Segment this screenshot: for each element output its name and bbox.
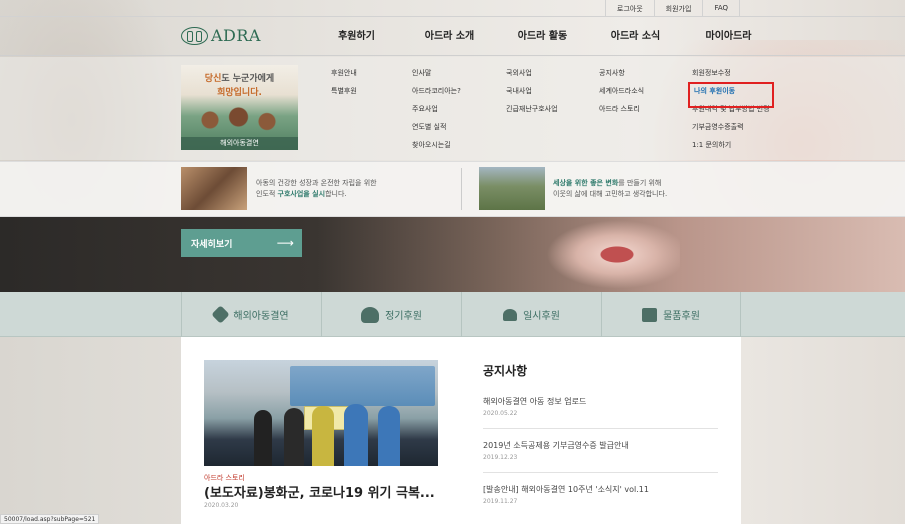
relief-photo (181, 167, 247, 210)
logo-text: ADRA (211, 26, 261, 45)
submenu-item[interactable]: 주요사업 (412, 104, 461, 122)
nav-activities[interactable]: 아드라 활동 (496, 17, 589, 57)
submenu-item[interactable]: 찾아오시는길 (412, 140, 461, 158)
logout-link[interactable]: 로그아웃 (604, 0, 654, 16)
nav-donate[interactable]: 후원하기 (310, 17, 403, 57)
submenu-about: 인사말 아드라코리아는? 주요사업 연도별 실적 찾아오시는길 (412, 68, 461, 158)
strip-text-left: 아동의 건강한 성장과 온전한 자립을 위한 인도적 구호사업을 실시합니다. (256, 179, 377, 198)
sprout-icon (503, 308, 518, 321)
submenu-item[interactable]: 후원안내 (331, 68, 357, 86)
submenu-activities: 국외사업 국내사업 긴급재난구호사업 (506, 68, 558, 122)
tab-regular-donation[interactable]: 정기후원 (321, 292, 461, 337)
news-photo-person (284, 408, 304, 466)
hero-banner (0, 217, 905, 292)
notice-date: 2019.11.27 (483, 498, 518, 505)
submenu-item[interactable]: 특별후원 (331, 86, 357, 104)
main-nav: 후원하기 아드라 소개 아드라 활동 아드라 소식 마이아드라 (310, 17, 775, 57)
submenu-item[interactable]: 인사말 (412, 68, 461, 86)
news-title[interactable]: (보도자료)봉화군, 코로나19 위기 극복... (204, 482, 435, 501)
promo-headline-1: 당신도 누군가에게 (204, 74, 275, 84)
notice-title: [발송안내] 해외아동결연 10주년 '소식지' vol.11 (483, 485, 649, 494)
view-more-button[interactable]: 자세히보기 ⟶ (181, 229, 302, 257)
adra-hands-icon (181, 26, 208, 45)
promo-caption: 해외아동결연 (181, 137, 298, 150)
submenu-item[interactable]: 1:1 문의하기 (692, 140, 770, 158)
submenu-item[interactable]: 국외사업 (506, 68, 558, 86)
notice-date: 2019.12.23 (483, 454, 518, 461)
info-strip (0, 161, 905, 217)
notice-title: 2019년 소득공제용 기부금영수증 발급안내 (483, 441, 629, 450)
notice-date: 2020.05.22 (483, 410, 518, 417)
divider (483, 472, 718, 473)
faq-link[interactable]: FAQ (702, 0, 740, 16)
news-photo-banner (290, 366, 435, 406)
submenu-item[interactable]: 국내사업 (506, 86, 558, 104)
heart-hands-icon (361, 306, 380, 323)
submenu-news: 공지사항 세계아드라소식 아드라 스토리 (599, 68, 644, 122)
notice-item[interactable]: 2019년 소득공제용 기부금영수증 발급안내 2019.12.23 (483, 440, 718, 461)
nav-news[interactable]: 아드라 소식 (589, 17, 682, 57)
news-photo-person (254, 410, 272, 466)
tab-label: 정기후원 (385, 311, 422, 322)
nav-about[interactable]: 아드라 소개 (403, 17, 496, 57)
tab-label: 해외아동결연 (233, 311, 289, 322)
submenu-item[interactable]: 회원정보수정 (692, 68, 770, 86)
signup-link[interactable]: 회원가입 (653, 0, 703, 16)
header: ADRA 후원하기 아드라 소개 아드라 활동 아드라 소식 마이아드라 (0, 17, 905, 56)
handshake-icon (211, 305, 231, 324)
gift-icon (642, 307, 658, 322)
tab-child-sponsorship[interactable]: 해외아동결연 (181, 292, 321, 337)
submenu-item[interactable]: 아드라코리아는? (412, 86, 461, 104)
logo[interactable]: ADRA (181, 26, 261, 45)
strip-text-right: 세상을 위한 좋은 변화를 만들기 위해 이웃의 삶에 대해 고민하고 생각합니… (553, 179, 668, 198)
hero-child-photo (540, 217, 680, 292)
submenu-donate: 후원안내 특별후원 (331, 68, 357, 104)
news-photo-person (344, 404, 368, 466)
browser-status-url: 50007/load.asp?subPage=521 (0, 514, 100, 524)
utility-bar: 로그아웃 회원가입 FAQ (0, 0, 905, 17)
tab-label: 일시후원 (523, 311, 560, 322)
news-photo-person (378, 406, 400, 466)
submenu-item[interactable]: 아드라 스토리 (599, 104, 644, 122)
notice-item[interactable]: [발송안내] 해외아동결연 10주년 '소식지' vol.11 2019.11.… (483, 484, 718, 505)
tab-one-time-donation[interactable]: 일시후원 (461, 292, 601, 337)
submenu-item[interactable]: 공지사항 (599, 68, 644, 86)
promo-headline-2: 희망입니다. (217, 88, 262, 98)
view-more-label: 자세히보기 (191, 239, 233, 250)
promo-banner[interactable]: 당신도 누군가에게 희망입니다. 해외아동결연 (181, 65, 298, 150)
divider (483, 428, 718, 429)
submenu-my-adra: 회원정보수정 나의 후원이동 후원내역 및 납부방법 변경 기부금영수증출력 1… (688, 68, 774, 158)
submenu-item[interactable]: 세계아드라소식 (599, 86, 644, 104)
submenu-item-my-sponsorship[interactable]: 나의 후원이동 (688, 82, 774, 108)
tab-label: 물품후원 (663, 311, 700, 322)
arrow-right-icon: ⟶ (276, 236, 294, 250)
news-photo-person (312, 406, 334, 466)
news-photo[interactable] (204, 360, 438, 466)
submenu-item[interactable]: 연도별 실적 (412, 122, 461, 140)
promo-children-photo (191, 105, 286, 135)
news-date: 2020.03.20 (204, 502, 239, 509)
submenu-item[interactable]: 긴급재난구호사업 (506, 104, 558, 122)
notice-item[interactable]: 해외아동결연 아동 정보 업로드 2020.05.22 (483, 396, 718, 417)
utility-links: 로그아웃 회원가입 FAQ (604, 0, 740, 16)
nav-my-adra[interactable]: 마이아드라 (682, 17, 775, 57)
notice-title: 해외아동결연 아동 정보 업로드 (483, 397, 587, 406)
submenu-item[interactable]: 기부금영수증출력 (692, 122, 770, 140)
tab-goods-donation[interactable]: 물품후원 (601, 292, 741, 337)
strip-divider (461, 168, 462, 210)
submenu-item[interactable]: 후원내역 및 납부방법 변경 (692, 104, 770, 122)
farming-photo (479, 167, 545, 210)
notice-heading: 공지사항 (483, 364, 528, 378)
